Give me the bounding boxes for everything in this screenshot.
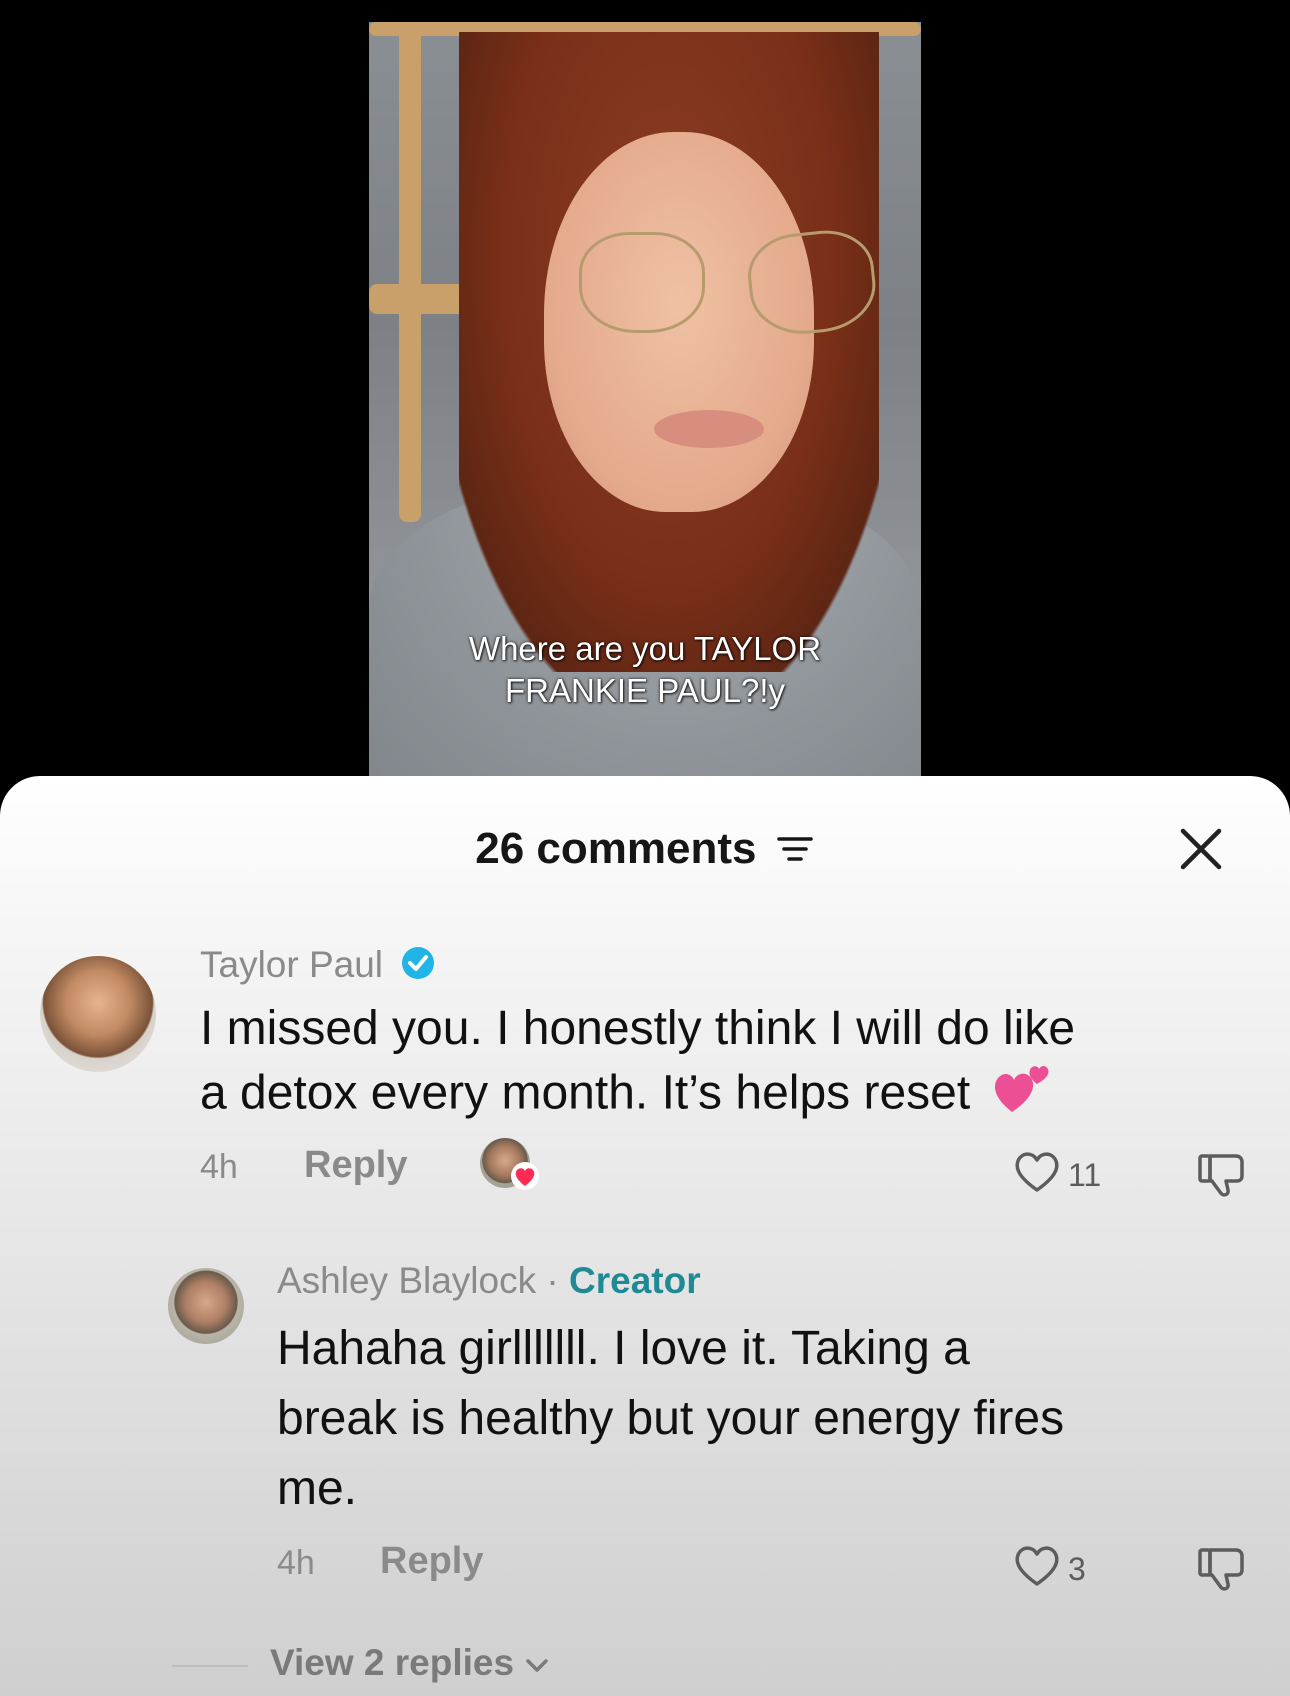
video-frame[interactable]: Where are you TAYLOR FRANKIE PAUL?!y: [369, 22, 921, 780]
creator-tag: Creator: [569, 1260, 701, 1301]
lips: [654, 410, 764, 448]
comment-author[interactable]: Ashley Blaylock · Creator: [277, 1260, 701, 1302]
comment-text: I missed you. I honestly think I will do…: [200, 998, 1075, 1132]
comment-text-line: Hahaha girlllllll. I love it. Taking a: [277, 1322, 970, 1375]
comment-text: Hahaha girlllllll. I love it. Taking a b…: [277, 1314, 1064, 1524]
comment-author[interactable]: Taylor Paul: [200, 944, 435, 989]
view-replies-button[interactable]: View 2 replies: [270, 1642, 550, 1684]
author-name: Taylor Paul: [200, 944, 384, 985]
like-count: 11: [1068, 1156, 1102, 1193]
comment-text-line: I missed you. I honestly think I will do…: [200, 1002, 1076, 1055]
reply-button[interactable]: Reply: [380, 1540, 483, 1583]
two-hearts-emoji-icon: [990, 1060, 1052, 1132]
comment-text-line: a detox every month. It’s helps reset: [200, 1060, 1075, 1132]
creator-heart-icon: [510, 1162, 540, 1195]
verified-badge-icon: [401, 946, 435, 989]
glasses-left-lens: [579, 232, 705, 333]
like-count: 3: [1068, 1550, 1086, 1587]
comment-text-segment: a detox every month. It’s helps reset: [200, 1066, 971, 1120]
comment-text-line: me.: [277, 1462, 358, 1515]
author-name: Ashley Blaylock: [277, 1260, 537, 1301]
separator-dot: ·: [546, 1260, 559, 1301]
reply-button[interactable]: Reply: [304, 1144, 407, 1187]
chair-slat: [399, 22, 421, 522]
comments-count: 26 comments: [475, 824, 757, 873]
heart-outline-icon: [1012, 1542, 1062, 1596]
heart-outline-icon: [1012, 1148, 1062, 1202]
thumbs-down-icon[interactable]: [1196, 1544, 1248, 1599]
comment-time: 4h: [200, 1148, 238, 1186]
comments-sheet: 26 comments Taylor Paul I missed you. I …: [0, 776, 1290, 1696]
comments-header[interactable]: 26 comments: [0, 824, 1290, 876]
filter-lines-icon[interactable]: [775, 826, 815, 876]
thumbs-down-icon[interactable]: [1196, 1150, 1248, 1205]
chevron-down-icon: [524, 1642, 550, 1683]
avatar-ashley-blaylock[interactable]: [168, 1268, 244, 1344]
like-button[interactable]: 3: [1012, 1542, 1086, 1596]
caption-line-1: Where are you TAYLOR: [468, 630, 822, 667]
caption-line-2: FRANKIE PAUL?!y: [505, 672, 785, 709]
like-button[interactable]: 11: [1012, 1148, 1101, 1202]
close-x-icon[interactable]: [1178, 826, 1224, 872]
video-caption: Where are you TAYLOR FRANKIE PAUL?!y: [369, 628, 921, 712]
view-replies-label: View 2 replies: [270, 1642, 515, 1683]
comment-text-line: break is healthy but your energy fires: [277, 1392, 1065, 1445]
comment-time: 4h: [277, 1544, 315, 1582]
replies-divider: [172, 1665, 248, 1667]
avatar-taylor-paul[interactable]: [40, 956, 156, 1072]
